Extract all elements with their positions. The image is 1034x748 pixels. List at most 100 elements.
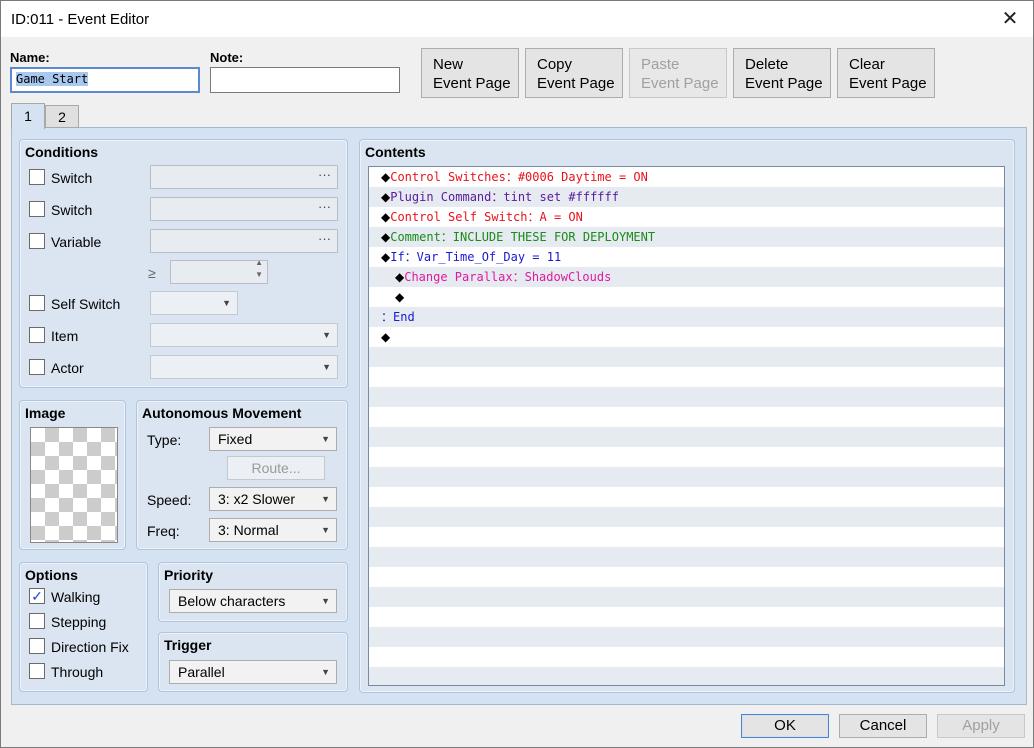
command-row[interactable]: ◆Change Parallax：ShadowClouds [369, 267, 1004, 287]
empty-row[interactable] [369, 367, 1004, 387]
empty-row[interactable] [369, 667, 1004, 685]
trigger-title: Trigger [164, 637, 212, 653]
command-row[interactable]: ◆If：Var_Time_Of_Day = 11 [369, 247, 1004, 267]
variable-ellipsis-icon: ··· [318, 231, 331, 246]
empty-row[interactable] [369, 347, 1004, 367]
autonomous-movement-panel: Autonomous Movement Type: Fixed ▼ Route..… [136, 400, 348, 550]
ok-button[interactable]: OK [741, 714, 829, 738]
empty-row[interactable] [369, 387, 1004, 407]
stepping-checkbox[interactable] [29, 613, 45, 629]
conditions-title: Conditions [25, 144, 99, 160]
empty-row[interactable] [369, 447, 1004, 467]
apply-button[interactable]: Apply [937, 714, 1025, 738]
actor-label: Actor [51, 360, 84, 376]
tab-page-1[interactable]: 1 [11, 103, 45, 129]
variable-value-spinner[interactable]: ▲ ▼ [170, 257, 268, 284]
movement-type-select[interactable]: Fixed ▼ [209, 427, 337, 451]
empty-row[interactable] [369, 507, 1004, 527]
empty-row[interactable] [369, 567, 1004, 587]
item-checkbox[interactable] [29, 327, 45, 343]
command-row[interactable]: ◆Control Self Switch：A = ON [369, 207, 1004, 227]
movement-speed-select[interactable]: 3: x2 Slower ▼ [209, 487, 337, 511]
name-input[interactable]: Game Start [10, 67, 200, 93]
empty-row[interactable] [369, 607, 1004, 627]
switch1-selector[interactable]: ··· [150, 165, 338, 189]
switch2-selector[interactable]: ··· [150, 197, 338, 221]
delete-event-page-button[interactable]: Delete Event Page [733, 48, 831, 98]
actor-select[interactable]: ▼ [150, 355, 338, 379]
diamond-icon: ◆ [381, 230, 391, 244]
event-image-preview[interactable] [30, 427, 118, 543]
variable-checkbox[interactable] [29, 233, 45, 249]
through-checkbox[interactable] [29, 663, 45, 679]
event-editor-window: ID:011 - Event Editor ✕ Name: Game Start… [0, 0, 1034, 748]
variable-selector[interactable]: ··· [150, 229, 338, 253]
priority-panel: Priority Below characters ▼ [158, 562, 348, 622]
name-label: Name: [10, 50, 50, 65]
close-button[interactable]: ✕ [993, 5, 1027, 33]
new-button-line2: Event Page [433, 75, 511, 92]
variable-label: Variable [51, 234, 102, 250]
self-switch-checkbox[interactable] [29, 295, 45, 311]
actor-checkbox[interactable] [29, 359, 45, 375]
command-text: Control Self Switch：A = ON [390, 210, 583, 224]
delete-button-line1: Delete [745, 56, 789, 73]
note-label: Note: [210, 50, 244, 65]
command-row[interactable]: ：End [369, 307, 1004, 327]
diamond-icon: ◆ [381, 190, 391, 204]
new-button-line1: New [433, 56, 464, 73]
empty-row[interactable] [369, 587, 1004, 607]
tab-page-2[interactable]: 2 [45, 105, 79, 128]
command-text: Control Switches：#0006 Daytime = ON [390, 170, 648, 184]
copy-event-page-button[interactable]: Copy Event Page [525, 48, 623, 98]
diamond-icon: ◆ [381, 250, 391, 264]
command-text: Comment：INCLUDE THESE FOR DEPLOYMENT [390, 230, 656, 244]
command-row[interactable]: ◆Plugin Command：tint set #ffffff [369, 187, 1004, 207]
paste-event-page-button[interactable]: Paste Event Page [629, 48, 727, 98]
switch2-checkbox[interactable] [29, 201, 45, 217]
gte-symbol: ≥ [148, 265, 156, 281]
new-event-page-button[interactable]: New Event Page [421, 48, 519, 98]
self-switch-select[interactable]: ▼ [150, 291, 238, 315]
movement-freq-value: 3: Normal [218, 522, 279, 538]
chevron-down-icon: ▼ [322, 330, 331, 340]
chevron-down-icon: ▼ [322, 362, 331, 372]
cancel-button[interactable]: Cancel [839, 714, 927, 738]
empty-row[interactable] [369, 427, 1004, 447]
switch1-checkbox[interactable] [29, 169, 45, 185]
switch2-label: Switch [51, 202, 93, 218]
trigger-panel: Trigger Parallel ▼ [158, 632, 348, 692]
command-row[interactable]: ◆ [369, 287, 1004, 307]
command-row[interactable]: ◆Comment：INCLUDE THESE FOR DEPLOYMENT [369, 227, 1004, 247]
empty-row[interactable] [369, 407, 1004, 427]
note-input[interactable] [210, 67, 400, 93]
event-command-list[interactable]: ◆Control Switches：#0006 Daytime = ON ◆Plu… [368, 166, 1005, 686]
priority-select[interactable]: Below characters ▼ [169, 589, 337, 613]
movement-freq-select[interactable]: 3: Normal ▼ [209, 518, 337, 542]
chevron-down-icon: ▼ [321, 434, 330, 444]
spinner-arrows-icon[interactable]: ▲ ▼ [255, 257, 263, 281]
empty-row[interactable] [369, 647, 1004, 667]
contents-title: Contents [365, 144, 426, 160]
command-text: If：Var_Time_Of_Day = 11 [390, 250, 562, 264]
direction-fix-checkbox[interactable] [29, 638, 45, 654]
command-row[interactable]: ◆ [369, 327, 1004, 347]
empty-row[interactable] [369, 627, 1004, 647]
paste-button-line1: Paste [641, 56, 680, 73]
empty-row[interactable] [369, 467, 1004, 487]
chevron-down-icon: ▼ [222, 298, 231, 308]
title-bar: ID:011 - Event Editor ✕ [1, 1, 1033, 37]
route-button[interactable]: Route... [227, 456, 325, 480]
item-select[interactable]: ▼ [150, 323, 338, 347]
switch2-ellipsis-icon: ··· [318, 199, 331, 214]
empty-row[interactable] [369, 527, 1004, 547]
empty-row[interactable] [369, 547, 1004, 567]
empty-row[interactable] [369, 487, 1004, 507]
clear-button-line2: Event Page [849, 75, 927, 92]
walking-checkbox[interactable]: ✓ [29, 588, 45, 604]
command-row[interactable]: ◆Control Switches：#0006 Daytime = ON [369, 167, 1004, 187]
trigger-select[interactable]: Parallel ▼ [169, 660, 337, 684]
clear-event-page-button[interactable]: Clear Event Page [837, 48, 935, 98]
command-text: Plugin Command：tint set #ffffff [390, 190, 619, 204]
chevron-down-icon: ▼ [321, 667, 330, 677]
